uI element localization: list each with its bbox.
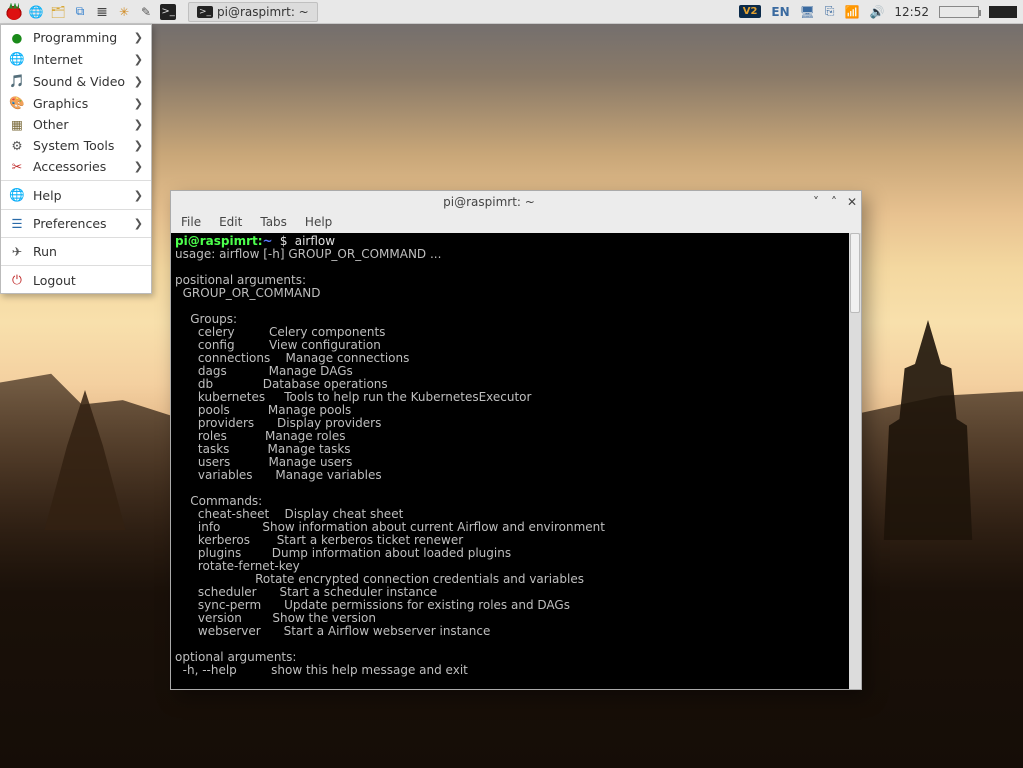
task-manager-icon[interactable]: 𝌆 — [94, 4, 110, 20]
menu-item-label: System Tools — [33, 138, 114, 153]
window-title: pi@raspimrt: ~ — [171, 195, 807, 209]
battery-icon[interactable] — [939, 6, 979, 18]
chevron-right-icon: ❯ — [134, 189, 143, 202]
menu-item-label: Sound & Video — [33, 74, 125, 89]
chevron-right-icon: ❯ — [134, 118, 143, 131]
vscode-icon[interactable]: ⧉ — [72, 4, 88, 20]
terminal-menubar: File Edit Tabs Help — [171, 213, 861, 233]
menu-item-label: Logout — [33, 273, 76, 288]
logout-icon: ⏻ — [9, 272, 25, 288]
chevron-right-icon: ❯ — [134, 31, 143, 44]
menu-edit[interactable]: Edit — [219, 215, 242, 229]
menu-item-label: Internet — [33, 52, 83, 67]
bluetooth-icon[interactable]: ⎘ — [825, 4, 835, 19]
menu-item-label: Graphics — [33, 96, 88, 111]
terminal-icon: >_ — [197, 6, 213, 18]
programming-icon: ● — [9, 30, 25, 45]
close-button[interactable]: ✕ — [843, 195, 861, 209]
menu-item-preferences[interactable]: ☰ Preferences ❯ — [1, 213, 151, 234]
prompt-path: ~ — [263, 234, 273, 248]
menu-item-label: Other — [33, 117, 69, 132]
system-tray: V2 EN 🖥 ⎘ 📶 🔊 12:52 — [733, 4, 1023, 19]
menu-item-help[interactable]: 🌐 Help ❯ — [1, 184, 151, 206]
menu-item-label: Accessories — [33, 159, 106, 174]
quick-launch: 🌐 🗂 ⧉ 𝌆 ✳ ✎ >_ — [0, 4, 182, 20]
internet-icon: 🌐 — [9, 51, 25, 67]
terminal-lines: usage: airflow [-h] GROUP_OR_COMMAND ...… — [175, 247, 605, 677]
terminal-window: pi@raspimrt: ~ ˅ ˄ ✕ File Edit Tabs Help… — [170, 190, 862, 690]
taskbar-entry-terminal[interactable]: >_ pi@raspimrt: ~ — [188, 2, 318, 22]
terminal-launcher-icon[interactable]: >_ — [160, 4, 176, 20]
keyboard-layout-indicator[interactable]: EN — [771, 5, 789, 19]
volume-icon[interactable]: 🔊 — [869, 5, 884, 19]
help-icon: 🌐 — [9, 187, 25, 203]
window-titlebar[interactable]: pi@raspimrt: ~ ˅ ˄ ✕ — [171, 191, 861, 213]
cpu-usage-icon[interactable] — [989, 6, 1017, 18]
chevron-right-icon: ❯ — [134, 97, 143, 110]
menu-separator — [1, 237, 151, 238]
run-icon: ✈ — [9, 244, 25, 259]
typed-command: airflow — [295, 234, 335, 248]
system-tools-icon: ⚙ — [9, 138, 25, 153]
file-manager-icon[interactable]: 🗂 — [50, 4, 66, 20]
maximize-button[interactable]: ˄ — [825, 195, 843, 209]
menu-item-graphics[interactable]: 🎨 Graphics ❯ — [1, 92, 151, 114]
preferences-icon: ☰ — [9, 216, 25, 231]
prompt-symbol: $ — [280, 234, 288, 248]
vnc-icon[interactable]: V2 — [739, 5, 762, 18]
terminal-scrollbar[interactable] — [849, 233, 861, 689]
minimize-button[interactable]: ˅ — [807, 195, 825, 209]
chevron-right-icon: ❯ — [134, 53, 143, 66]
menu-item-other[interactable]: ▦ Other ❯ — [1, 114, 151, 135]
terminal-output[interactable]: pi@raspimrt:~ $ airflow usage: airflow [… — [171, 233, 861, 689]
menu-item-label: Programming — [33, 30, 117, 45]
menu-item-system-tools[interactable]: ⚙ System Tools ❯ — [1, 135, 151, 156]
scrollbar-thumb[interactable] — [850, 233, 860, 313]
menu-file[interactable]: File — [181, 215, 201, 229]
menu-item-label: Help — [33, 188, 62, 203]
menu-item-label: Preferences — [33, 216, 107, 231]
prompt-host: pi@raspimrt — [175, 234, 258, 248]
menu-item-label: Run — [33, 244, 57, 259]
accessories-icon: ✂ — [9, 159, 25, 174]
menu-item-accessories[interactable]: ✂ Accessories ❯ — [1, 156, 151, 177]
application-menu: ● Programming ❯ 🌐 Internet ❯ 🎵 Sound & Video ❯ 🎨 G… — [0, 24, 152, 294]
menu-item-sound-video[interactable]: 🎵 Sound & Video ❯ — [1, 70, 151, 92]
clock[interactable]: 12:52 — [894, 5, 929, 19]
menu-item-run[interactable]: ✈ Run — [1, 241, 151, 262]
wifi-icon[interactable]: 📶 — [845, 5, 860, 19]
menu-tabs[interactable]: Tabs — [260, 215, 287, 229]
editor-icon[interactable]: ✎ — [138, 4, 154, 20]
menu-separator — [1, 209, 151, 210]
menu-separator — [1, 265, 151, 266]
display-icon[interactable]: 🖥 — [800, 5, 815, 19]
menu-item-internet[interactable]: 🌐 Internet ❯ — [1, 48, 151, 70]
menu-separator — [1, 180, 151, 181]
menu-item-logout[interactable]: ⏻ Logout — [1, 269, 151, 291]
sound-video-icon: 🎵 — [9, 73, 25, 89]
other-icon: ▦ — [9, 117, 25, 132]
chevron-right-icon: ❯ — [134, 217, 143, 230]
chevron-right-icon: ❯ — [134, 75, 143, 88]
taskbar-entry-label: pi@raspimrt: ~ — [217, 5, 309, 19]
web-browser-icon[interactable]: 🌐 — [28, 4, 44, 20]
chevron-right-icon: ❯ — [134, 139, 143, 152]
taskbar: 🌐 🗂 ⧉ 𝌆 ✳ ✎ >_ >_ pi@raspimrt: ~ V2 EN 🖥… — [0, 0, 1023, 24]
menu-help[interactable]: Help — [305, 215, 332, 229]
raspberry-menu-icon[interactable] — [6, 4, 22, 20]
pi-tool-icon[interactable]: ✳ — [116, 4, 132, 20]
graphics-icon: 🎨 — [9, 95, 25, 111]
menu-item-programming[interactable]: ● Programming ❯ — [1, 27, 151, 48]
chevron-right-icon: ❯ — [134, 160, 143, 173]
